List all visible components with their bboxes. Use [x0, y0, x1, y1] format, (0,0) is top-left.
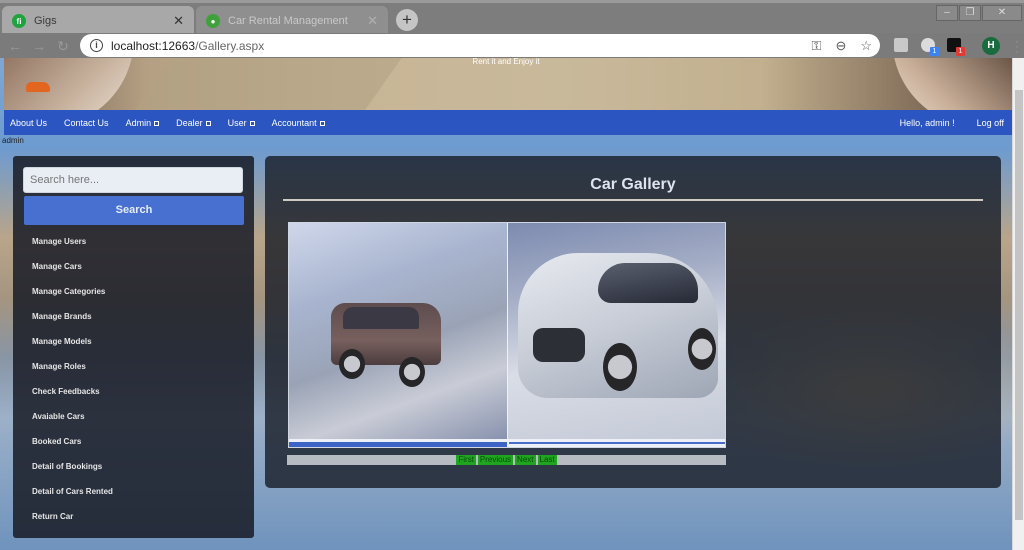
url-path: /Gallery.aspx [195, 38, 265, 53]
gallery-panel: Car Gallery First Previous Next Last [265, 156, 1001, 488]
car-wheel [399, 357, 425, 387]
extension-2-icon[interactable]: 1 [921, 38, 939, 56]
sidebar-item-manage-roles[interactable]: Manage Roles [32, 357, 113, 382]
gallery-pager: First Previous Next Last [287, 455, 726, 465]
dropdown-icon [249, 120, 255, 126]
sidebar-item-manage-brands[interactable]: Manage Brands [32, 307, 113, 332]
dropdown-icon [205, 120, 211, 126]
url-host: localhost:12663 [111, 38, 196, 53]
logoff-link[interactable]: Log off [977, 118, 1004, 128]
nav-label: User [227, 117, 247, 128]
zoom-out-icon[interactable]: ⊖ [835, 38, 846, 54]
page: Rent it and Enjoy it About Us Contact Us… [0, 58, 1024, 550]
tab-title: Gigs [34, 15, 57, 27]
page-title: Car Gallery [590, 176, 676, 193]
browser-toolbar: ← → ↻ i localhost:12663/Gallery.aspx ⚿ ⊖… [0, 33, 1024, 58]
dropdown-icon [154, 120, 160, 126]
nav-contact-us[interactable]: Contact Us [64, 118, 109, 128]
slider-indicator [289, 442, 507, 447]
nav-label: About Us [10, 117, 48, 128]
car-shape [533, 328, 585, 362]
sidebar-item-manage-users[interactable]: Manage Users [32, 232, 113, 257]
profile-avatar[interactable]: H [982, 37, 1000, 55]
extension-badge: 1 [930, 47, 939, 56]
sidebar-item-check-feedbacks[interactable]: Check Feedbacks [32, 382, 113, 407]
first-button[interactable]: First [456, 455, 476, 465]
address-bar[interactable]: i localhost:12663/Gallery.aspx ⚿ ⊖ ☆ [80, 34, 880, 57]
key-icon[interactable]: ⚿ [812, 38, 822, 54]
next-button[interactable]: Next [515, 455, 536, 465]
car-wheel [688, 328, 716, 370]
url-text[interactable]: localhost:12663/Gallery.aspx [111, 39, 812, 53]
star-icon[interactable]: ☆ [860, 38, 872, 54]
nav-label: Admin [125, 117, 152, 128]
close-window-button[interactable]: ✕ [982, 5, 1022, 21]
car-shape [598, 263, 698, 303]
tab-title: Car Rental Management [228, 15, 348, 27]
nav-about-us[interactable]: About Us [10, 118, 47, 128]
gallery-image-hatchback[interactable] [507, 223, 725, 441]
minimize-button[interactable]: – [936, 5, 958, 21]
extension-badge: 1 [956, 47, 965, 56]
search-input[interactable] [23, 167, 243, 193]
sidebar-item-manage-categories[interactable]: Manage Categories [32, 282, 113, 307]
app-icon: ● [206, 14, 220, 28]
nav-label: Contact Us [64, 117, 109, 128]
tagline: Rent it and Enjoy it [472, 58, 540, 66]
sidebar-item-return-car[interactable]: Return Car [32, 507, 113, 532]
car-wheel [603, 343, 637, 391]
tab-gigs[interactable]: fi Gigs ✕ [2, 6, 194, 36]
last-button[interactable]: Last [537, 455, 557, 465]
logo-car-icon [26, 82, 50, 92]
tab-car-rental[interactable]: ● Car Rental Management ✕ [196, 6, 388, 36]
window-controls: – ❐ ✕ [935, 5, 1022, 21]
nav-label: Accountant [271, 117, 317, 128]
nav-dealer-dropdown[interactable]: Dealer [176, 118, 211, 128]
sidebar-item-detail-of-bookings[interactable]: Detail of Bookings [32, 457, 113, 482]
nav-accountant-dropdown[interactable]: Accountant [272, 118, 325, 128]
reload-icon[interactable]: ↻ [54, 37, 72, 55]
car-wheel [339, 349, 365, 379]
forward-arrow-icon[interactable]: → [30, 37, 48, 55]
extension-3-icon[interactable]: 1 [947, 38, 965, 56]
dropdown-icon [319, 120, 325, 126]
car-shape [343, 307, 419, 329]
restore-button[interactable]: ❐ [959, 5, 981, 21]
title-divider [283, 199, 983, 201]
nav-admin-dropdown[interactable]: Admin [126, 118, 160, 128]
extension-1-icon[interactable] [894, 38, 908, 52]
current-user-label: admin [2, 136, 24, 145]
close-tab-icon[interactable]: ✕ [367, 13, 378, 29]
sidebar-item-available-cars[interactable]: Avaiable Cars [32, 407, 113, 432]
greeting-link[interactable]: Hello, admin ! [900, 118, 955, 128]
info-icon[interactable]: i [90, 39, 103, 52]
gallery-slider [288, 222, 726, 448]
nav-label: Dealer [176, 117, 203, 128]
search-button[interactable]: Search [24, 196, 244, 225]
sidebar-item-manage-models[interactable]: Manage Models [32, 332, 113, 357]
sidebar-item-manage-cars[interactable]: Manage Cars [32, 257, 113, 282]
page-scrollbar[interactable] [1012, 58, 1024, 550]
slider-progress [289, 439, 725, 447]
slider-indicator [509, 442, 725, 444]
sidebar: Search Manage Users Manage Cars Manage C… [13, 156, 254, 538]
fiverr-icon: fi [12, 14, 26, 28]
main-navbar: About Us Contact Us Admin Dealer User Ac… [4, 110, 1012, 135]
browser-tabstrip: fi Gigs ✕ ● Car Rental Management ✕ + – … [0, 0, 1024, 36]
back-arrow-icon[interactable]: ← [6, 37, 24, 55]
sidebar-links: Manage Users Manage Cars Manage Categori… [32, 232, 113, 532]
new-tab-button[interactable]: + [396, 9, 418, 31]
sidebar-item-detail-of-cars-rented[interactable]: Detail of Cars Rented [32, 482, 113, 507]
nav-user-dropdown[interactable]: User [228, 118, 255, 128]
previous-button[interactable]: Previous [477, 455, 514, 465]
browser-menu-icon[interactable]: · · · [1015, 35, 1019, 57]
close-tab-icon[interactable]: ✕ [173, 13, 184, 29]
gallery-image-suv[interactable] [289, 223, 507, 441]
sidebar-item-booked-cars[interactable]: Booked Cars [32, 432, 113, 457]
scrollbar-thumb[interactable] [1015, 90, 1023, 520]
